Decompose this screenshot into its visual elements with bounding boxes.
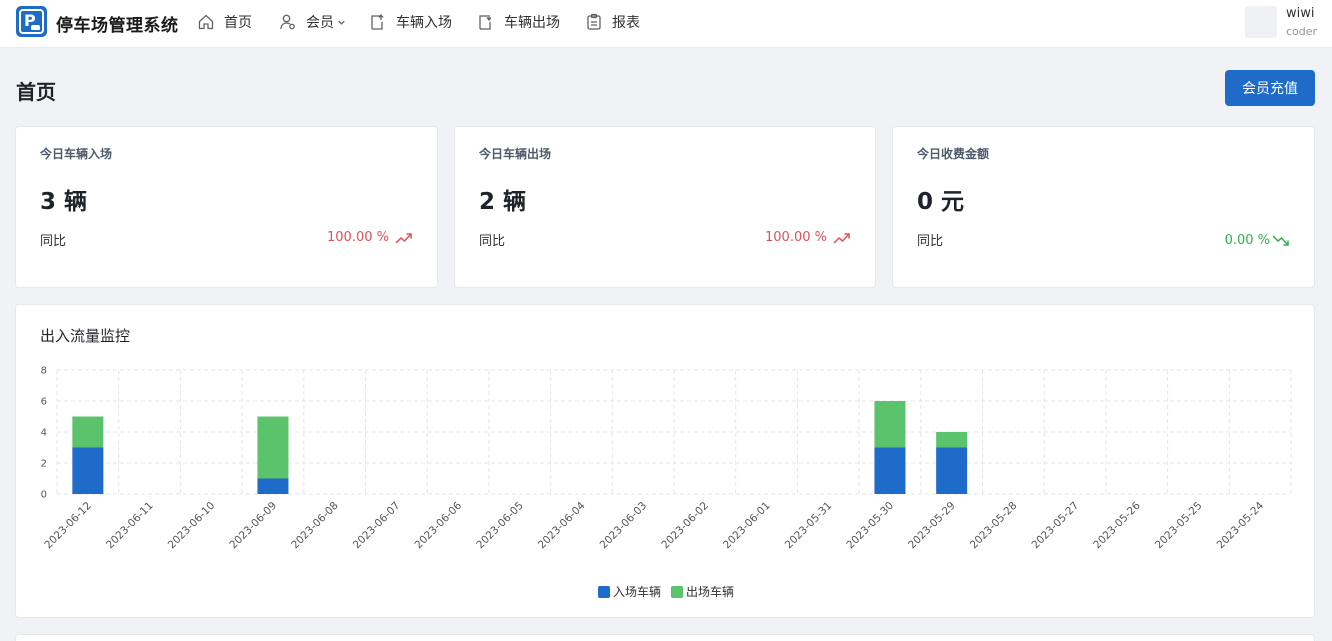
stat-label: 今日车辆入场 [40, 147, 113, 161]
parking-logo-icon[interactable]: P [16, 6, 47, 37]
y-tick-label: 4 [41, 428, 47, 439]
nav-item-vehicle-entry[interactable]: 车辆入场 [369, 10, 452, 34]
x-tick-label: 2023-05-29 [906, 500, 958, 552]
x-tick-label: 2023-06-02 [659, 500, 711, 552]
nav-item-label: 首页 [224, 15, 252, 31]
stat-card-entry: 今日车辆入场 3 辆 同比 100.00 % [15, 126, 438, 288]
user-role: coder [1286, 25, 1318, 38]
chevron-down-icon [338, 20, 345, 25]
stat-percent: 100.00 % [327, 230, 413, 245]
x-tick-label: 2023-06-01 [721, 500, 773, 552]
trend-down-icon [1272, 234, 1289, 246]
nav-item-home[interactable]: 首页 [197, 10, 252, 34]
nav-item-label: 车辆出场 [504, 15, 560, 31]
x-tick-label: 2023-06-10 [166, 500, 218, 552]
x-tick-label: 2023-05-31 [783, 500, 835, 552]
bar-entry [72, 447, 104, 494]
home-icon [198, 14, 214, 30]
x-tick-label: 2023-06-03 [598, 500, 650, 552]
legend-swatch [597, 585, 610, 598]
x-tick-label: 2023-06-11 [104, 500, 156, 552]
traffic-chart-card: 出入流量监控 0 2 4 6 8 2023-06-12 2023-06-11 2023-06-… [15, 304, 1315, 618]
x-tick-label: 2023-05-27 [1030, 500, 1082, 552]
stat-percent: 100.00 % [765, 230, 851, 245]
x-tick-label: 2023-06-07 [351, 500, 403, 552]
bar-entry [874, 447, 906, 494]
trend-up-icon [833, 232, 850, 244]
stat-percent-value: 0.00 % [1224, 233, 1270, 248]
legend-item-exit[interactable]: 出场车辆 [671, 583, 734, 600]
stat-card-exit: 今日车辆出场 2 辆 同比 100.00 % [454, 126, 876, 288]
stat-compare-label: 同比 [40, 234, 67, 249]
report-icon [587, 13, 601, 30]
nav-item-vehicle-exit[interactable]: 车辆出场 [477, 10, 560, 34]
x-tick-label: 2023-05-26 [1091, 499, 1143, 551]
stat-label: 今日收费金额 [917, 147, 990, 161]
x-tick-label: 2023-05-30 [844, 500, 896, 552]
traffic-bar-chart: 024682023-06-12 2023-06-11 2023-06-10 2023-… [41, 366, 1292, 552]
x-tick-label: 2023-06-12 [42, 500, 94, 552]
stat-compare-label: 同比 [479, 234, 506, 249]
nav-item-label: 会员 [306, 15, 334, 31]
stat-card-revenue: 今日收费金额 0 元 同比 0.00 % [892, 126, 1315, 288]
bar-exit [72, 416, 104, 448]
x-tick-label: 2023-05-25 [1153, 500, 1205, 552]
avatar[interactable] [1245, 6, 1277, 38]
nav-item-label: 车辆入场 [396, 15, 452, 31]
secondary-card [15, 634, 1315, 641]
x-tick-label: 2023-05-24 [1215, 499, 1267, 551]
stat-label: 今日车辆出场 [479, 147, 552, 161]
member-icon [280, 14, 295, 30]
bar-exit [257, 416, 289, 479]
legend-label: 出场车辆 [686, 585, 735, 599]
x-tick-label: 2023-06-04 [536, 499, 588, 551]
legend-item-entry[interactable]: 入场车辆 [597, 583, 661, 600]
vehicle-entry-icon [371, 13, 384, 30]
user-name[interactable]: wiwi [1286, 6, 1315, 21]
member-recharge-button[interactable]: 会员充值 [1225, 70, 1315, 106]
x-tick-label: 2023-06-08 [289, 500, 341, 552]
y-tick-label: 0 [41, 490, 47, 501]
y-tick-label: 8 [41, 366, 47, 377]
bar-exit [874, 401, 906, 448]
x-tick-label: 2023-06-06 [413, 499, 465, 551]
bar-entry [936, 447, 968, 494]
stat-compare-label: 同比 [917, 234, 944, 249]
bar-exit [936, 432, 968, 448]
x-tick-label: 2023-06-09 [227, 500, 279, 552]
app-title[interactable]: 停车场管理系统 [56, 11, 179, 36]
y-tick-label: 6 [41, 397, 47, 408]
stat-percent-value: 100.00 % [327, 230, 389, 245]
stat-value: 0 元 [917, 189, 965, 215]
y-tick-label: 2 [41, 459, 47, 470]
x-tick-label: 2023-05-28 [968, 500, 1020, 552]
nav-item-report[interactable]: 报表 [585, 10, 640, 34]
top-navbar: P 停车场管理系统 首页 会员 车辆入场 车辆出场 报表 wiwi coder [0, 0, 1332, 48]
stat-value: 3 辆 [40, 189, 88, 215]
nav-item-label: 报表 [612, 15, 640, 31]
page-title: 首页 [16, 80, 56, 104]
nav-item-member[interactable]: 会员 [279, 10, 346, 34]
stat-percent-value: 100.00 % [765, 230, 827, 245]
legend-swatch [671, 585, 683, 598]
stat-percent: 0.00 % [1225, 233, 1290, 248]
x-tick-label: 2023-06-05 [474, 500, 526, 552]
legend-label: 入场车辆 [612, 585, 661, 599]
bar-entry [257, 478, 289, 494]
trend-up-icon [395, 232, 412, 244]
vehicle-exit-icon [479, 15, 492, 30]
chart-legend: 入场车辆 出场车辆 [16, 583, 1316, 600]
stat-value: 2 辆 [479, 189, 527, 215]
